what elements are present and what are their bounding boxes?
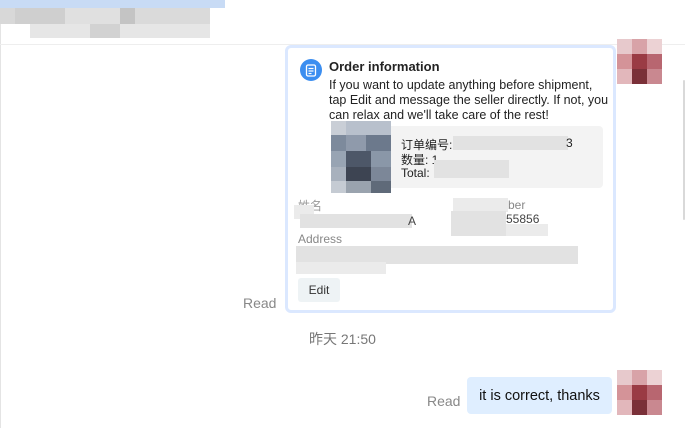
name-value-tail: A: [408, 214, 417, 228]
order-information-card: Order information If you want to update …: [285, 45, 616, 313]
read-status: Read: [427, 393, 461, 409]
order-number-blurred: [453, 136, 568, 150]
message-text: it is correct, thanks: [479, 387, 600, 404]
product-summary[interactable]: 订单编号: 3 数量: 1 Total:: [331, 121, 603, 193]
phone-value-blurred-2: [506, 224, 548, 236]
conversation-header-blurred: [0, 0, 225, 44]
document-icon: [300, 59, 322, 81]
name-value-blurred: [300, 214, 412, 228]
contact-avatar[interactable]: [617, 370, 663, 416]
total-label: Total:: [401, 166, 430, 180]
address-label: Address: [298, 232, 343, 246]
order-number-tail: 3: [566, 136, 573, 150]
message-timestamp: 昨天 21:50: [309, 331, 376, 347]
left-border: [0, 0, 1, 428]
address-value-blurred-2: [296, 262, 386, 274]
contact-avatar[interactable]: [617, 39, 663, 85]
phone-value-blurred: [451, 211, 506, 236]
product-thumbnail: [331, 121, 391, 193]
message-bubble[interactable]: it is correct, thanks: [467, 377, 612, 414]
card-title: Order information: [329, 59, 440, 74]
edit-button[interactable]: Edit: [298, 278, 340, 302]
total-amount-blurred: [434, 160, 509, 178]
phone-label-tail: ber: [508, 198, 526, 212]
phone-label-blurred: [453, 198, 508, 212]
card-description: If you want to update anything before sh…: [329, 78, 609, 122]
read-status: Read: [243, 295, 277, 311]
